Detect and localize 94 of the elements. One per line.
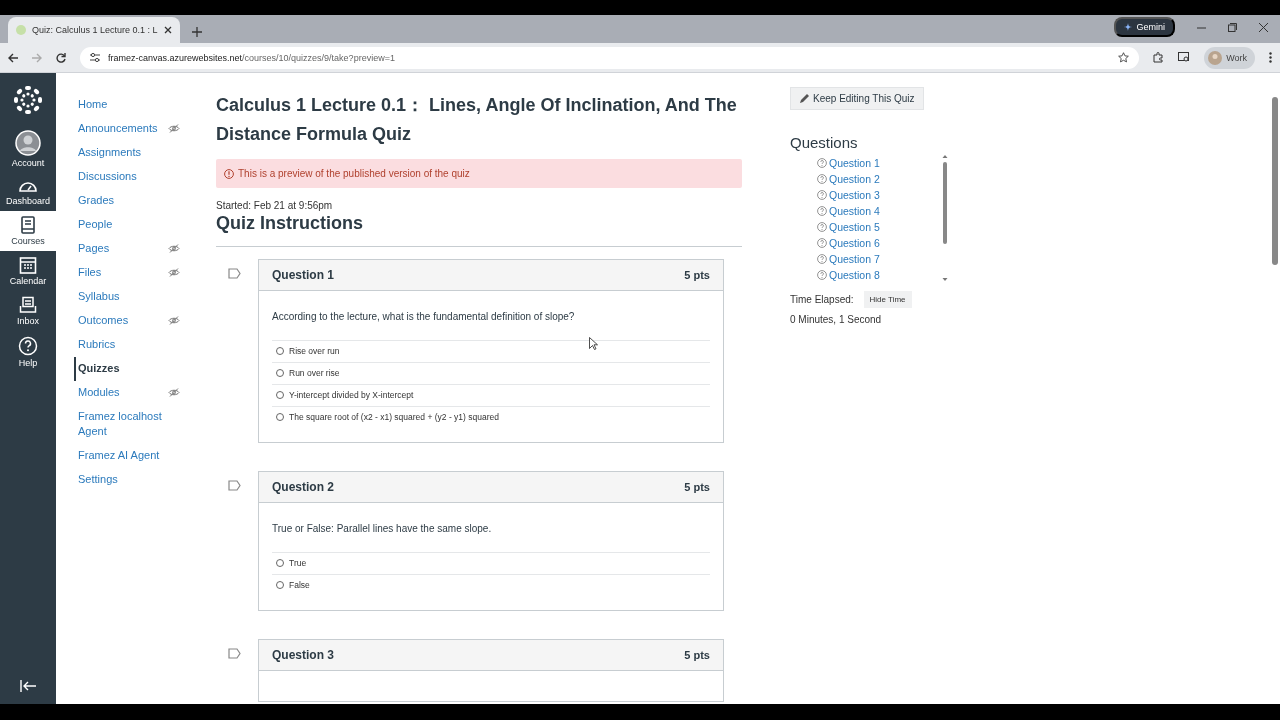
notice-text: This is a preview of the published version of the quiz xyxy=(238,168,470,179)
course-nav-link[interactable]: Home xyxy=(74,93,200,117)
question-link[interactable]: Question 2 xyxy=(817,171,880,187)
course-nav-link[interactable]: Files xyxy=(74,261,200,285)
instructions-heading: Quiz Instructions xyxy=(216,213,742,247)
reload-icon[interactable] xyxy=(56,52,66,63)
question-mark-icon xyxy=(817,206,827,216)
menu-icon[interactable] xyxy=(1269,52,1272,63)
edit-quiz-button[interactable]: Keep Editing This Quiz xyxy=(790,87,924,110)
answer-label[interactable]: Y-intercept divided by X-intercept xyxy=(289,390,414,400)
pencil-icon xyxy=(799,93,810,104)
course-nav-link[interactable]: Announcements xyxy=(74,117,200,141)
time-elapsed: 0 Minutes, 1 Second xyxy=(790,314,883,325)
course-nav-link[interactable]: Syllabus xyxy=(74,285,200,309)
logo-icon[interactable] xyxy=(13,85,43,115)
question-link[interactable]: Question 4 xyxy=(817,203,880,219)
course-nav-link[interactable]: People xyxy=(74,213,200,237)
question-mark-icon xyxy=(817,238,827,248)
course-nav-link[interactable]: Rubrics xyxy=(74,333,200,357)
hide-time-button[interactable]: Hide Time xyxy=(863,291,912,308)
address-bar[interactable]: framez-canvas.azurewebsites.net/courses/10/quizzes/9/take?preview=1 xyxy=(80,46,1140,69)
question-mark-icon xyxy=(817,158,827,168)
question-points: 5 pts xyxy=(684,269,710,281)
course-nav-link[interactable]: Grades xyxy=(74,189,200,213)
plus-icon[interactable] xyxy=(192,27,202,37)
question-mark-icon xyxy=(817,174,827,184)
course-nav-link[interactable]: Discussions xyxy=(74,165,200,189)
sparkle-icon xyxy=(1124,23,1133,31)
course-nav-link[interactable]: Modules xyxy=(74,381,200,405)
star-icon[interactable] xyxy=(1118,52,1130,63)
question-points: 5 pts xyxy=(684,481,710,493)
bookmark-icon[interactable] xyxy=(228,648,241,659)
questions-heading: Questions xyxy=(790,134,859,151)
started-time: Started: Feb 21 at 9:56pm xyxy=(216,200,334,211)
question-points: 5 pts xyxy=(684,649,710,661)
bookmark-icon[interactable] xyxy=(228,480,241,491)
answer-label[interactable]: Run over rise xyxy=(289,368,340,378)
site-settings-icon[interactable] xyxy=(90,53,100,62)
restore-icon[interactable] xyxy=(1228,22,1237,32)
avatar-icon xyxy=(15,130,41,156)
back-icon[interactable] xyxy=(8,52,18,63)
course-nav-link[interactable]: Assignments xyxy=(74,141,200,165)
question-link[interactable]: Question 1 xyxy=(817,155,880,171)
question-title: Question 2 xyxy=(272,480,334,494)
question-text: According to the lecture, what is the fundamental definition of slope? xyxy=(272,311,576,322)
course-nav-link[interactable]: Framez AI Agent xyxy=(74,444,200,468)
course-nav-link[interactable]: Settings xyxy=(74,468,200,492)
time-label: Time Elapsed: xyxy=(790,294,854,305)
cursor-icon xyxy=(589,337,598,350)
answer-label[interactable]: False xyxy=(289,580,310,590)
question-link[interactable]: Question 3 xyxy=(817,187,880,203)
question-title: Question 3 xyxy=(272,648,334,662)
question-link[interactable]: Question 5 xyxy=(817,219,880,235)
course-nav-link[interactable]: Framez localhost Agent xyxy=(74,405,200,444)
question-link[interactable]: Question 6 xyxy=(817,235,880,251)
question-mark-icon xyxy=(817,222,827,232)
question-mark-icon xyxy=(817,270,827,280)
gemini-button[interactable]: Gemini xyxy=(1114,17,1175,37)
global-nav-item[interactable]: Inbox xyxy=(0,291,56,331)
question-link[interactable]: Question 7 xyxy=(817,251,880,267)
global-nav-item[interactable]: Help xyxy=(0,331,56,373)
global-nav-item[interactable]: Dashboard xyxy=(0,173,56,211)
question-mark-icon xyxy=(817,254,827,264)
course-nav-link[interactable]: Pages xyxy=(74,237,200,261)
answer-label[interactable]: The square root of (x2 - x1) squared + (y2 - y1) squared xyxy=(289,412,499,422)
warning-icon xyxy=(224,168,234,179)
close-icon[interactable] xyxy=(164,26,172,34)
avatar-icon xyxy=(1208,50,1223,65)
favicon-icon xyxy=(16,25,26,35)
scrollbar[interactable] xyxy=(942,155,948,281)
answer-label[interactable]: True xyxy=(289,558,307,568)
page-scrollbar[interactable] xyxy=(1272,97,1278,265)
question-text: True or False: Parallel lines have the same slope. xyxy=(272,523,493,534)
course-nav-link[interactable]: Outcomes xyxy=(74,309,200,333)
collapse-icon[interactable] xyxy=(20,680,36,692)
tab-search-icon[interactable] xyxy=(1178,52,1191,63)
book-icon xyxy=(20,216,36,234)
calendar-icon xyxy=(19,256,37,274)
question-mark-icon xyxy=(817,190,827,200)
global-nav-item[interactable]: Courses xyxy=(0,211,56,251)
bookmark-icon[interactable] xyxy=(228,268,241,279)
answer-label[interactable]: Rise over run xyxy=(289,346,340,356)
global-nav-item[interactable]: Calendar xyxy=(0,251,56,291)
profile-button[interactable]: Work xyxy=(1204,46,1255,69)
question-link[interactable]: Question 8 xyxy=(817,267,880,283)
question-title: Question 1 xyxy=(272,268,334,282)
close-icon[interactable] xyxy=(1259,22,1268,32)
global-nav-item[interactable]: Account xyxy=(0,125,56,173)
help-icon xyxy=(18,336,38,356)
browser-tab[interactable]: Quiz: Calculus 1 Lecture 0.1 : L xyxy=(8,17,180,43)
puzzle-icon[interactable] xyxy=(1153,52,1165,63)
inbox-icon xyxy=(19,296,37,314)
quiz-title: Calculus 1 Lecture 0.1： Lines, Angle Of Inclination, And The Distance Formula Quiz xyxy=(216,94,738,146)
course-nav-link[interactable]: Quizzes xyxy=(74,357,200,381)
